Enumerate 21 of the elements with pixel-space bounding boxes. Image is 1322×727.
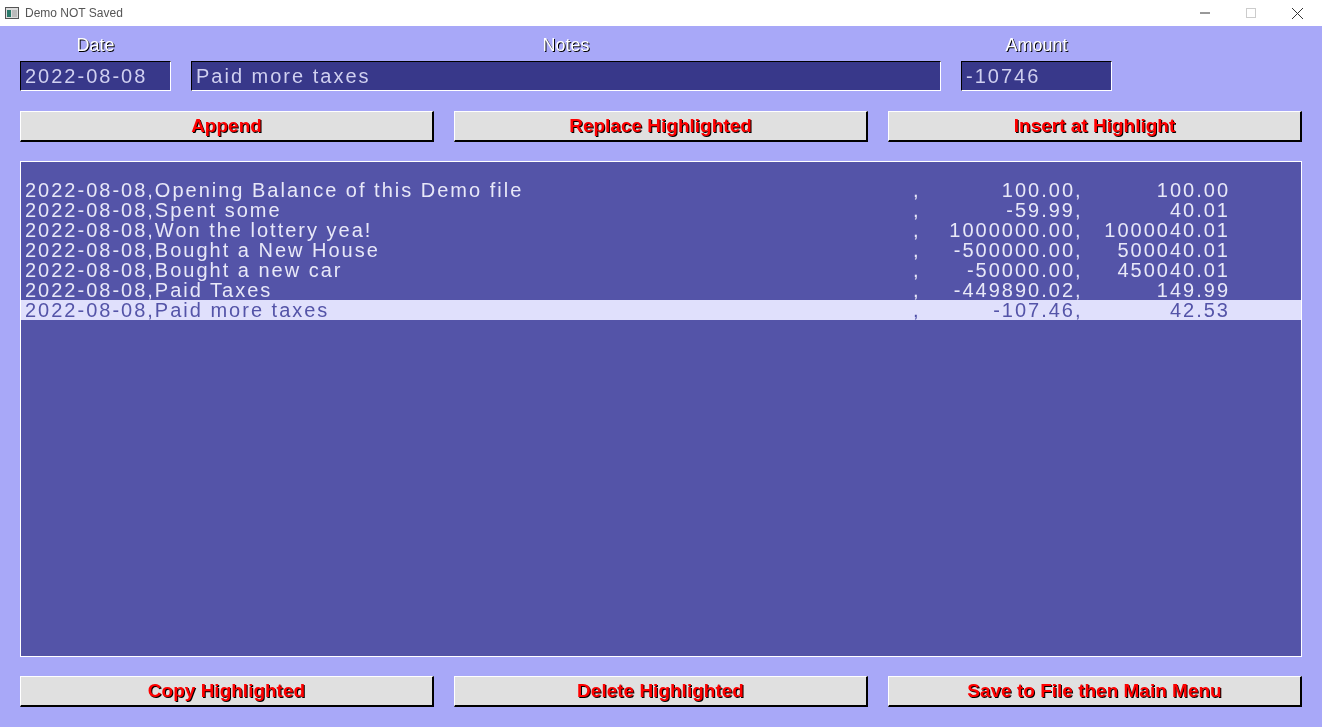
input-field[interactable]: Paid more taxes (191, 61, 941, 91)
window-title: Demo NOT Saved (25, 5, 123, 22)
app-icon (5, 7, 19, 19)
input-field[interactable]: 2022-08-08 (20, 61, 171, 91)
close-icon[interactable] (1292, 7, 1303, 19)
field-label: Amount (1005, 34, 1068, 56)
ledger-row[interactable]: 2022-08-08,Won the lottery yea! , 1000000.00, 1000040.01 (21, 220, 1301, 240)
field-label: Date (76, 34, 115, 56)
action-button[interactable]: Insert at Highlight (888, 111, 1302, 142)
ledger-row[interactable]: 2022-08-08,Opening Balance of this Demo file , 100.00, 100.00 (21, 180, 1301, 200)
action-button[interactable]: Append (20, 111, 434, 142)
action-button[interactable]: Replace Highlighted (454, 111, 868, 142)
action-button[interactable]: Copy Highlighted (20, 676, 434, 707)
maximize-icon[interactable] (1246, 8, 1256, 18)
field-label: Notes (542, 34, 590, 56)
action-button[interactable]: Save to File then Main Menu (888, 676, 1302, 707)
ledger-row[interactable]: 2022-08-08,Spent some , -59.99, 40.01 (21, 200, 1301, 220)
ledger-row[interactable]: 2022-08-08,Paid more taxes , -107.46, 42.53 (21, 300, 1301, 320)
input-field[interactable]: -10746 (961, 61, 1112, 91)
ledger-row[interactable]: 2022-08-08,Paid Taxes , -449890.02, 149.99 (21, 280, 1301, 300)
action-button[interactable]: Delete Highlighted (454, 676, 868, 707)
